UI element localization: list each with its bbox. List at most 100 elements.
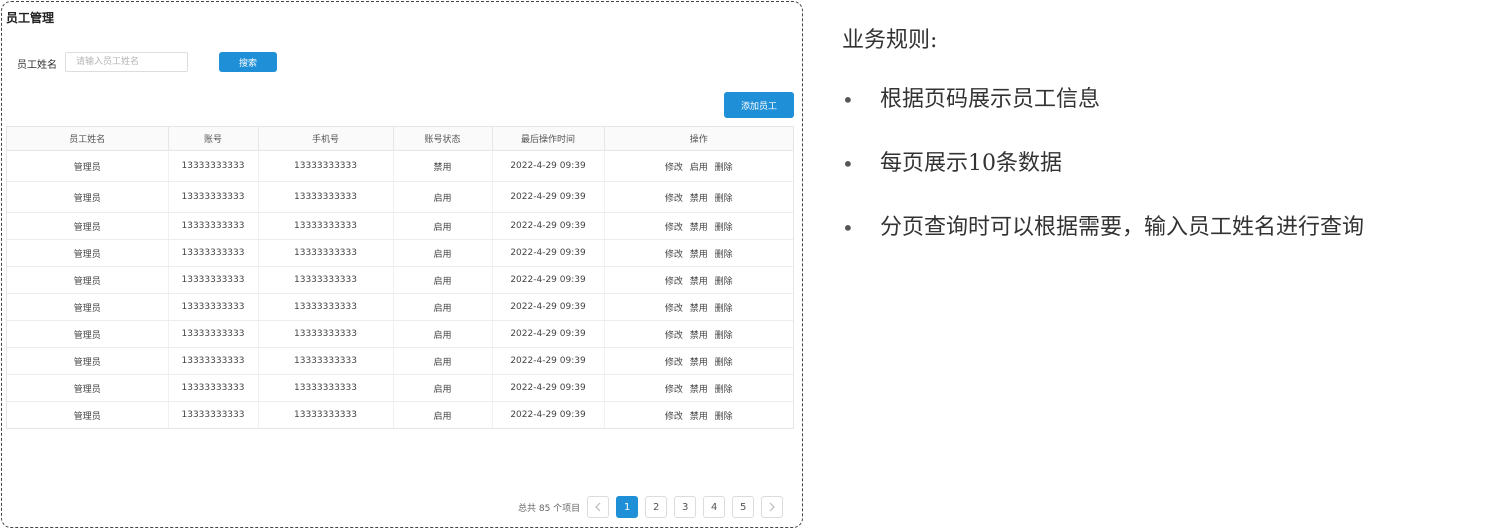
cell-actions: 修改 启用 删除 <box>604 150 793 182</box>
toggle-status-link[interactable]: 禁用 <box>690 194 708 204</box>
cell-phone: 13333333333 <box>258 181 394 213</box>
delete-link[interactable]: 删除 <box>715 331 733 341</box>
table-row: 管理员 13333333333 13333333333 启用 2022-4-29… <box>7 401 793 428</box>
cell-account: 13333333333 <box>168 293 259 321</box>
rule-item: • 分页查询时可以根据需要，输入员工姓名进行查询 <box>842 212 1364 276</box>
edit-link[interactable]: 修改 <box>665 304 683 314</box>
cell-time: 2022-4-29 09:39 <box>492 266 605 294</box>
employee-name-input[interactable] <box>65 52 188 72</box>
employee-name-label: 员工姓名 <box>17 60 57 71</box>
cell-account: 13333333333 <box>168 181 259 213</box>
cell-status: 启用 <box>393 181 493 213</box>
edit-link[interactable]: 修改 <box>665 223 683 233</box>
delete-link[interactable]: 删除 <box>715 358 733 368</box>
cell-account: 13333333333 <box>168 266 259 294</box>
edit-link[interactable]: 修改 <box>665 331 683 341</box>
cell-actions: 修改 禁用 删除 <box>604 239 793 267</box>
cell-account: 13333333333 <box>168 239 259 267</box>
cell-account: 13333333333 <box>168 212 259 240</box>
pagination-prev-button[interactable] <box>587 496 610 518</box>
toggle-status-link[interactable]: 禁用 <box>690 385 708 395</box>
page-title: 员工管理 <box>6 11 55 25</box>
page: 员工管理 员工姓名 搜索 添加员工 员工姓名 账号 手机 <box>0 0 1494 532</box>
cell-name: 管理员 <box>7 293 169 321</box>
toggle-status-link[interactable]: 禁用 <box>690 358 708 368</box>
chevron-right-icon <box>769 502 776 512</box>
pagination-page-2[interactable]: 2 <box>645 496 668 518</box>
edit-link[interactable]: 修改 <box>665 194 683 204</box>
cell-account: 13333333333 <box>168 374 259 402</box>
table-row: 管理员 13333333333 13333333333 启用 2022-4-29… <box>7 239 793 267</box>
cell-status: 启用 <box>393 239 493 267</box>
edit-link[interactable]: 修改 <box>665 412 683 422</box>
pagination: 总共 85 个项目 1 2 3 4 5 <box>518 495 790 519</box>
toggle-status-link[interactable]: 禁用 <box>690 250 708 260</box>
toggle-status-link[interactable]: 禁用 <box>690 412 708 422</box>
cell-name: 管理员 <box>7 212 169 240</box>
cell-actions: 修改 禁用 删除 <box>604 181 793 213</box>
delete-link[interactable]: 删除 <box>715 163 733 173</box>
delete-link[interactable]: 删除 <box>715 385 733 395</box>
column-header-name: 员工姓名 <box>7 127 169 151</box>
toggle-status-link[interactable]: 禁用 <box>690 223 708 233</box>
cell-account: 13333333333 <box>168 401 259 428</box>
cell-status: 启用 <box>393 347 493 375</box>
cell-status: 启用 <box>393 374 493 402</box>
cell-actions: 修改 禁用 删除 <box>604 320 793 348</box>
table-row: 管理员 13333333333 13333333333 启用 2022-4-29… <box>7 293 793 321</box>
edit-link[interactable]: 修改 <box>665 250 683 260</box>
add-employee-button[interactable]: 添加员工 <box>724 92 794 118</box>
toggle-status-link[interactable]: 禁用 <box>690 304 708 314</box>
edit-link[interactable]: 修改 <box>665 385 683 395</box>
delete-link[interactable]: 删除 <box>715 250 733 260</box>
pagination-page-3[interactable]: 3 <box>674 496 697 518</box>
cell-actions: 修改 禁用 删除 <box>604 347 793 375</box>
cell-time: 2022-4-29 09:39 <box>492 347 605 375</box>
cell-status: 启用 <box>393 266 493 294</box>
rule-item: • 每页展示10条数据 <box>842 148 1364 212</box>
edit-link[interactable]: 修改 <box>665 163 683 173</box>
table-row: 管理员 13333333333 13333333333 启用 2022-4-29… <box>7 212 793 240</box>
pagination-page-1[interactable]: 1 <box>616 496 639 518</box>
cell-actions: 修改 禁用 删除 <box>604 374 793 402</box>
business-rules-title: 业务规则: <box>842 28 938 53</box>
bullet-icon: • <box>842 216 854 240</box>
rule-item: • 根据页码展示员工信息 <box>842 84 1364 148</box>
edit-link[interactable]: 修改 <box>665 358 683 368</box>
cell-phone: 13333333333 <box>258 347 394 375</box>
pagination-page-5[interactable]: 5 <box>732 496 755 518</box>
cell-status: 禁用 <box>393 150 493 182</box>
column-header-last-op-time: 最后操作时间 <box>492 127 605 151</box>
cell-status: 启用 <box>393 212 493 240</box>
delete-link[interactable]: 删除 <box>715 277 733 287</box>
cell-name: 管理员 <box>7 374 169 402</box>
chevron-left-icon <box>595 502 601 512</box>
toggle-status-link[interactable]: 启用 <box>690 163 708 173</box>
delete-link[interactable]: 删除 <box>715 223 733 233</box>
cell-actions: 修改 禁用 删除 <box>604 293 793 321</box>
column-header-account: 账号 <box>168 127 259 151</box>
delete-link[interactable]: 删除 <box>715 194 733 204</box>
delete-link[interactable]: 删除 <box>715 304 733 314</box>
table-row: 管理员 13333333333 13333333333 启用 2022-4-29… <box>7 181 793 213</box>
cell-actions: 修改 禁用 删除 <box>604 266 793 294</box>
table-row: 管理员 13333333333 13333333333 启用 2022-4-29… <box>7 347 793 375</box>
cell-name: 管理员 <box>7 347 169 375</box>
toggle-status-link[interactable]: 禁用 <box>690 331 708 341</box>
search-button[interactable]: 搜索 <box>219 52 277 72</box>
employee-table: 员工姓名 账号 手机号 账号状态 最后操作时间 操作 管理员 133333333… <box>6 126 794 429</box>
edit-link[interactable]: 修改 <box>665 277 683 287</box>
cell-account: 13333333333 <box>168 320 259 348</box>
toggle-status-link[interactable]: 禁用 <box>690 277 708 287</box>
pagination-next-button[interactable] <box>761 496 784 518</box>
pagination-page-4[interactable]: 4 <box>703 496 726 518</box>
cell-name: 管理员 <box>7 320 169 348</box>
cell-account: 13333333333 <box>168 150 259 182</box>
cell-time: 2022-4-29 09:39 <box>492 401 605 428</box>
delete-link[interactable]: 删除 <box>715 412 733 422</box>
cell-time: 2022-4-29 09:39 <box>492 239 605 267</box>
cell-phone: 13333333333 <box>258 320 394 348</box>
cell-account: 13333333333 <box>168 347 259 375</box>
cell-name: 管理员 <box>7 266 169 294</box>
business-rules: 业务规则: • 根据页码展示员工信息 • 每页展示10条数据 • 分页查询时可以… <box>842 22 1364 276</box>
